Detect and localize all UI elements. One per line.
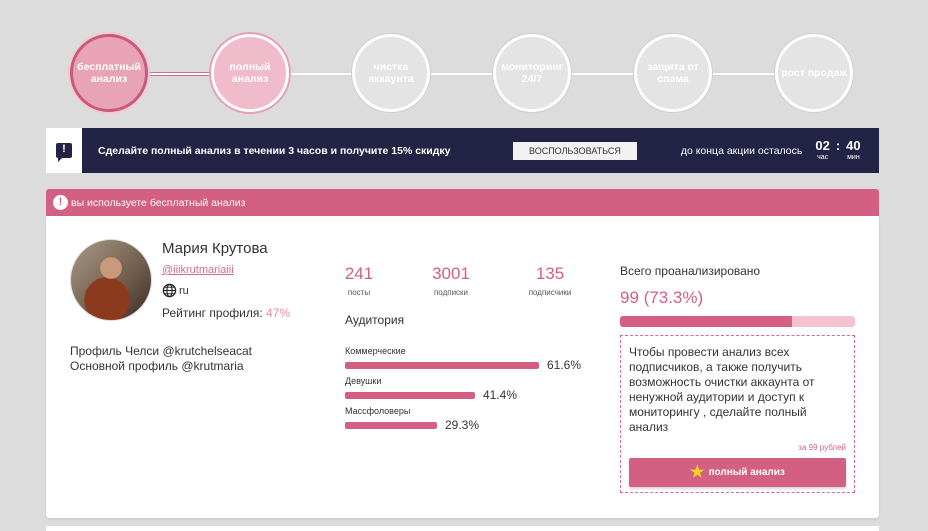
step-connector xyxy=(280,72,360,76)
audience-bar-commercial xyxy=(345,362,539,369)
audience-label-massfollowers: Массфоловеры xyxy=(345,406,411,416)
promo-text: Сделайте полный анализ в течении 3 часов… xyxy=(98,144,451,157)
audience-percent-women: 41.4% xyxy=(483,388,518,402)
step-account-cleaning[interactable]: чистка аккаунта xyxy=(352,34,430,112)
upgrade-info-box: Чтобы провести анализ всех подписчиков, … xyxy=(620,335,855,493)
stat-following: 3001 подписки xyxy=(432,264,470,297)
linked-profiles: Профиль Челси @krutchelseacat Основной п… xyxy=(70,344,252,374)
audience-percent-commercial: 61.6% xyxy=(547,358,582,372)
step-sales-growth[interactable]: рост продаж xyxy=(775,34,853,112)
notice-text: вы используете бесплатный анализ xyxy=(71,196,246,209)
timer-hours: 02 час xyxy=(815,138,830,162)
audience-bar-women xyxy=(345,392,475,399)
analyzed-title: Всего проанализировано xyxy=(620,264,761,278)
step-monitoring[interactable]: мониторинг 24/7 xyxy=(493,34,571,112)
avatar xyxy=(70,239,152,321)
timer-minutes: 40 мин xyxy=(846,138,861,162)
globe-icon xyxy=(162,283,177,298)
audience-title: Аудитория xyxy=(345,313,405,327)
upgrade-info-text: Чтобы провести анализ всех подписчиков, … xyxy=(629,345,815,434)
alert-message-icon: ! xyxy=(56,143,72,162)
star-icon: ★ xyxy=(690,463,705,481)
step-connector xyxy=(140,72,220,76)
step-full-analysis[interactable]: полный анализ xyxy=(211,34,289,112)
profile-name: Мария Крутова xyxy=(162,240,268,257)
use-offer-button[interactable]: ВОСПОЛЬЗОВАТЬСЯ xyxy=(513,141,637,160)
account-stats: 241 посты 3001 подписки 135 подписчики xyxy=(344,264,584,297)
stat-followers: 135 подписчики xyxy=(528,264,572,297)
step-spam-protection[interactable]: защита от спама xyxy=(634,34,712,112)
profile-handle-link[interactable]: @iiikrutmariaiii xyxy=(162,264,234,276)
exclamation-icon: ! xyxy=(53,195,68,210)
countdown-label: до конца акции осталось xyxy=(680,144,803,157)
step-connector xyxy=(420,72,500,76)
analyzed-progress-fill xyxy=(620,316,793,327)
promo-banner: ! Сделайте полный анализ в течении 3 час… xyxy=(46,128,879,173)
step-connector xyxy=(700,72,780,76)
audience-label-commercial: Коммерческие xyxy=(345,346,406,356)
step-free-analysis[interactable]: бесплатный анализ xyxy=(70,34,148,112)
step-connector xyxy=(560,72,640,76)
analyzed-value: 99 (73.3%) xyxy=(620,288,704,307)
full-analysis-button[interactable]: ★ полный анализ xyxy=(629,458,846,487)
profile-language: ru xyxy=(162,283,189,298)
linked-profile-line: Профиль Челси @krutchelseacat xyxy=(70,344,253,358)
analysis-card: Мария Крутова @iiikrutmariaiii ru Рейтин… xyxy=(46,216,879,518)
profile-rating: Рейтинг профиля: 47% xyxy=(162,306,291,320)
upgrade-price: за 99 рублей xyxy=(798,443,846,452)
audience-bar-massfollowers xyxy=(345,422,437,429)
linked-profile-line: Основной профиль @krutmaria xyxy=(70,359,244,373)
timer-separator: : xyxy=(835,138,841,153)
free-analysis-notice: ! вы используете бесплатный анализ xyxy=(46,189,879,216)
audience-percent-massfollowers: 29.3% xyxy=(445,418,480,432)
rating-value: 47% xyxy=(266,306,291,320)
stat-posts: 241 посты xyxy=(344,264,374,297)
analyzed-progress-bar xyxy=(620,316,855,327)
progress-steps: бесплатный анализ полный анализ чистка а… xyxy=(70,34,856,114)
next-card-edge xyxy=(46,526,879,531)
promo-icon-box: ! xyxy=(46,128,82,173)
countdown-timer: 02 час : 40 мин xyxy=(815,139,860,162)
audience-label-women: Девушки xyxy=(345,376,382,386)
